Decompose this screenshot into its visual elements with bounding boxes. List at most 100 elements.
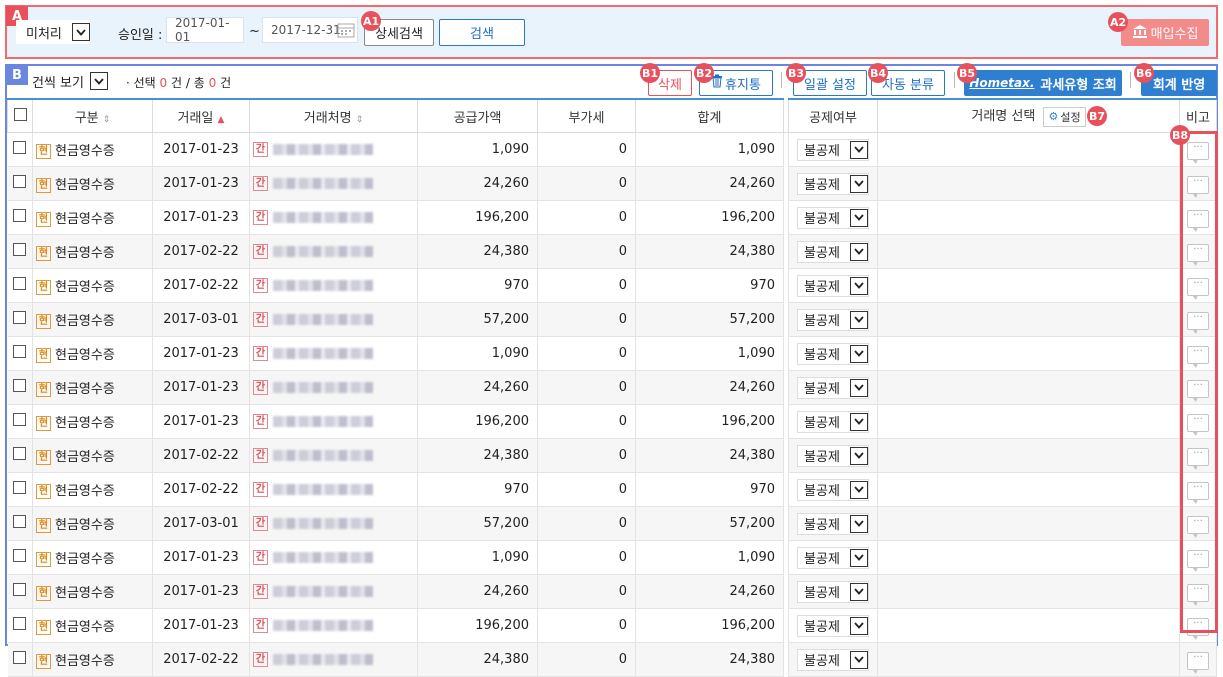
- item-select-cell[interactable]: [877, 268, 1180, 303]
- table-row[interactable]: 현 현금영수증 2017-01-23 간 196,200 0 196,200 불공…: [7, 404, 1217, 439]
- chevron-down-icon[interactable]: [849, 412, 868, 431]
- table-row[interactable]: 현 현금영수증 2017-01-23 간 24,260 0 24,260 불공제 …: [7, 574, 1217, 609]
- memo-icon[interactable]: ···: [1187, 142, 1209, 164]
- row-checkbox[interactable]: [13, 617, 27, 630]
- row-checkbox[interactable]: [13, 413, 27, 426]
- row-checkbox[interactable]: [13, 277, 27, 290]
- item-select-cell[interactable]: [877, 438, 1180, 473]
- tax-type-lookup-button[interactable]: Hometax. 과세유형 조회: [964, 70, 1122, 96]
- deduction-select[interactable]: 불공제: [797, 478, 869, 501]
- table-row[interactable]: 현 현금영수증 2017-01-23 간 1,090 0 1,090 불공제 ··…: [7, 336, 1217, 371]
- vendor-cell[interactable]: 간: [249, 404, 418, 439]
- sort-icon[interactable]: ⇕: [356, 115, 364, 125]
- memo-icon[interactable]: ···: [1187, 584, 1209, 606]
- table-row[interactable]: 현 현금영수증 2017-02-22 간 24,380 0 24,380 불공제 …: [7, 234, 1217, 269]
- chevron-down-icon[interactable]: [849, 548, 868, 567]
- collect-purchases-button[interactable]: 매입수집: [1121, 19, 1209, 46]
- item-select-cell[interactable]: [877, 132, 1180, 167]
- item-select-cell[interactable]: [877, 234, 1180, 269]
- vendor-cell[interactable]: 간: [249, 336, 418, 371]
- chevron-down-icon[interactable]: [849, 174, 868, 193]
- item-select-cell[interactable]: [877, 574, 1180, 609]
- table-row[interactable]: 현 현금영수증 2017-02-22 간 24,380 0 24,380 불공제 …: [7, 438, 1217, 473]
- table-row[interactable]: 현 현금영수증 2017-01-23 간 24,260 0 24,260 불공제 …: [7, 166, 1217, 201]
- memo-icon[interactable]: ···: [1187, 244, 1209, 266]
- vendor-cell[interactable]: 간: [249, 608, 418, 643]
- header-type[interactable]: 구분 ⇕: [32, 98, 153, 133]
- vendor-cell[interactable]: 간: [249, 132, 418, 167]
- deduction-select[interactable]: 불공제: [797, 308, 869, 331]
- select-all-checkbox[interactable]: [13, 107, 27, 121]
- table-row[interactable]: 현 현금영수증 2017-03-01 간 57,200 0 57,200 불공제 …: [7, 302, 1217, 337]
- chevron-down-icon[interactable]: [849, 480, 868, 499]
- vendor-cell[interactable]: 간: [249, 540, 418, 575]
- deduction-select[interactable]: 불공제: [797, 172, 869, 195]
- table-row[interactable]: 현 현금영수증 2017-01-23 간 196,200 0 196,200 불공…: [7, 608, 1217, 643]
- chevron-down-icon[interactable]: [849, 310, 868, 329]
- row-checkbox[interactable]: [13, 651, 27, 664]
- deduction-select[interactable]: 불공제: [797, 342, 869, 365]
- table-row[interactable]: 현 현금영수증 2017-01-23 간 24,260 0 24,260 불공제 …: [7, 370, 1217, 405]
- memo-icon[interactable]: ···: [1187, 550, 1209, 572]
- item-select-cell[interactable]: [877, 472, 1180, 507]
- chevron-down-icon[interactable]: [849, 208, 868, 227]
- vendor-cell[interactable]: 간: [249, 166, 418, 201]
- table-row[interactable]: 현 현금영수증 2017-01-23 간 196,200 0 196,200 불공…: [7, 200, 1217, 235]
- vendor-cell[interactable]: 간: [249, 574, 418, 609]
- deduction-select[interactable]: 불공제: [797, 614, 869, 637]
- row-checkbox[interactable]: [13, 345, 27, 358]
- chevron-down-icon[interactable]: [71, 23, 90, 41]
- chevron-down-icon[interactable]: [849, 446, 868, 465]
- deduction-select[interactable]: 불공제: [797, 580, 869, 603]
- chevron-down-icon[interactable]: [849, 140, 868, 159]
- row-checkbox[interactable]: [13, 141, 27, 154]
- memo-icon[interactable]: ···: [1187, 414, 1209, 436]
- setting-button[interactable]: ⚙ 설정: [1043, 106, 1086, 127]
- sort-icon[interactable]: ⇕: [103, 115, 111, 125]
- vendor-cell[interactable]: 간: [249, 302, 418, 337]
- chevron-down-icon[interactable]: [849, 514, 868, 533]
- vendor-cell[interactable]: 간: [249, 472, 418, 507]
- deduction-select[interactable]: 불공제: [797, 138, 869, 161]
- item-select-cell[interactable]: [877, 200, 1180, 235]
- status-select[interactable]: 미처리: [16, 20, 90, 44]
- page-size-select[interactable]: 건씩 보기: [32, 70, 108, 92]
- chevron-down-icon[interactable]: [849, 378, 868, 397]
- chevron-down-icon[interactable]: [849, 242, 868, 261]
- vendor-cell[interactable]: 간: [249, 234, 418, 269]
- row-checkbox[interactable]: [13, 311, 27, 324]
- deduction-select[interactable]: 불공제: [797, 240, 869, 263]
- item-select-cell[interactable]: [877, 608, 1180, 643]
- deduction-select[interactable]: 불공제: [797, 512, 869, 535]
- search-button[interactable]: 검색: [439, 19, 525, 46]
- memo-icon[interactable]: ···: [1187, 482, 1209, 504]
- row-checkbox[interactable]: [13, 481, 27, 494]
- memo-icon[interactable]: ···: [1187, 210, 1209, 232]
- deduction-select[interactable]: 불공제: [797, 274, 869, 297]
- item-select-cell[interactable]: [877, 404, 1180, 439]
- memo-icon[interactable]: ···: [1187, 380, 1209, 402]
- row-checkbox[interactable]: [13, 583, 27, 596]
- vendor-cell[interactable]: 간: [249, 200, 418, 235]
- sort-asc-icon[interactable]: ▲: [218, 115, 225, 125]
- table-row[interactable]: 현 현금영수증 2017-01-23 간 1,090 0 1,090 불공제 ··…: [7, 540, 1217, 575]
- memo-icon[interactable]: ···: [1187, 652, 1209, 674]
- deduction-select[interactable]: 불공제: [797, 206, 869, 229]
- row-checkbox[interactable]: [13, 515, 27, 528]
- row-checkbox[interactable]: [13, 243, 27, 256]
- deduction-select[interactable]: 불공제: [797, 376, 869, 399]
- memo-icon[interactable]: ···: [1187, 278, 1209, 300]
- date-to-input[interactable]: 2017-12-31: [262, 17, 358, 43]
- chevron-down-icon[interactable]: [849, 344, 868, 363]
- memo-icon[interactable]: ···: [1187, 346, 1209, 368]
- chevron-down-icon[interactable]: [849, 616, 868, 635]
- chevron-down-icon[interactable]: [849, 276, 868, 295]
- header-vendor[interactable]: 거래처명 ⇕: [249, 98, 418, 133]
- deduction-select[interactable]: 불공제: [797, 546, 869, 569]
- memo-icon[interactable]: ···: [1187, 176, 1209, 198]
- item-select-cell[interactable]: [877, 166, 1180, 201]
- deduction-select[interactable]: 불공제: [797, 444, 869, 467]
- item-select-cell[interactable]: [877, 370, 1180, 405]
- row-checkbox[interactable]: [13, 447, 27, 460]
- item-select-cell[interactable]: [877, 506, 1180, 541]
